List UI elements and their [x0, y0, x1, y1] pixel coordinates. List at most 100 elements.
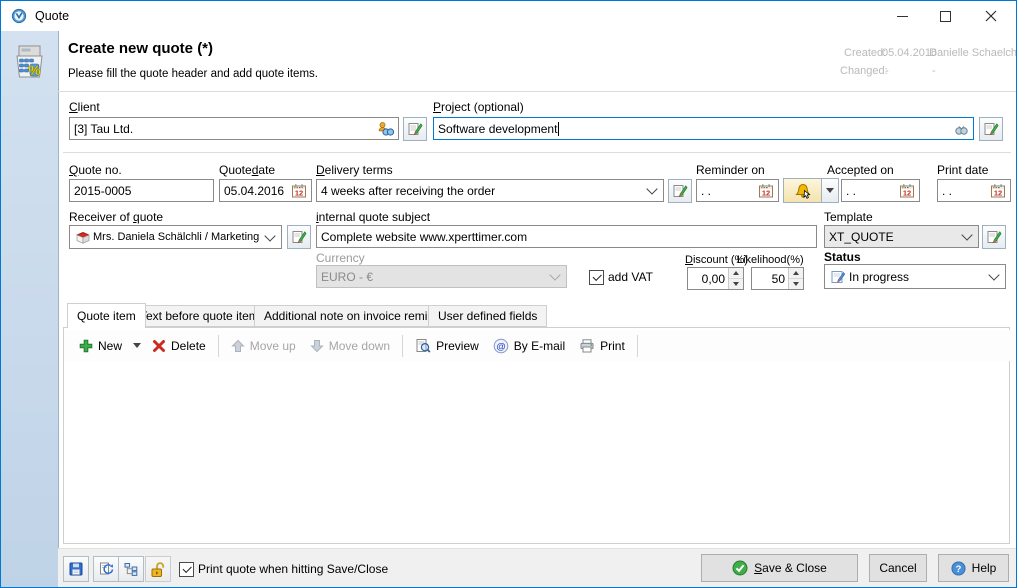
accepted-on-label: Accepted on — [827, 163, 894, 177]
move-down-button[interactable]: Move down — [303, 335, 397, 357]
preview-button[interactable]: Preview — [408, 334, 486, 358]
green-plus-icon — [79, 339, 93, 353]
project-label: Project (optional) — [433, 100, 524, 114]
svg-text:12: 12 — [993, 188, 1001, 197]
project-field[interactable]: Software development — [433, 117, 974, 140]
project-edit-button[interactable] — [979, 117, 1003, 141]
discount-spinner[interactable]: 0,00 — [687, 267, 744, 290]
close-button[interactable] — [966, 1, 1016, 31]
blue-question-icon: ? — [951, 561, 966, 576]
maximize-button[interactable] — [924, 1, 966, 31]
edit-icon — [407, 121, 423, 137]
tab-quote-item[interactable]: Quote item — [67, 303, 146, 328]
cancel-button[interactable]: Cancel — [869, 554, 927, 582]
chevron-down-icon[interactable] — [646, 183, 657, 194]
currency-label: Currency — [316, 251, 365, 265]
currency-combo: EURO - € — [316, 265, 567, 288]
copy-quote-button[interactable] — [93, 556, 119, 582]
help-button[interactable]: ? Help — [938, 554, 1009, 582]
changed-by: - — [932, 65, 936, 77]
print-date-label: Print date — [937, 163, 988, 177]
changed-date: - — [885, 65, 889, 77]
reminder-on-field[interactable]: . . 12 — [696, 179, 779, 202]
edit-icon — [986, 229, 1002, 245]
delivery-terms-combo[interactable]: 4 weeks after receiving the order — [316, 179, 664, 202]
print-date-field[interactable]: . . 12 — [937, 179, 1011, 202]
delivery-terms-edit-button[interactable] — [668, 179, 692, 203]
toolbar-separator — [218, 335, 219, 357]
printer-icon — [579, 338, 595, 354]
template-combo[interactable]: XT_QUOTE — [824, 225, 979, 248]
likelihood-spinner[interactable]: 50 — [751, 267, 804, 290]
print-button[interactable]: Print — [572, 334, 632, 358]
save-button[interactable] — [63, 556, 89, 582]
spin-up-icon — [733, 271, 739, 275]
bell-cursor-icon[interactable] — [783, 178, 822, 203]
chevron-down-icon[interactable] — [988, 269, 999, 280]
at-sign-icon: @ — [493, 338, 509, 354]
chevron-down-icon — [826, 188, 834, 193]
tab-user-defined-fields[interactable]: User defined fields — [428, 305, 547, 327]
calendar-icon[interactable]: 12 — [989, 183, 1006, 199]
new-item-dropdown[interactable] — [129, 339, 145, 352]
reminder-on-label: Reminder on — [696, 163, 765, 177]
delivery-terms-label: Delivery terms — [316, 163, 393, 177]
reminder-bell-split-button[interactable] — [783, 178, 839, 203]
status-label: Status — [824, 250, 861, 264]
by-email-button[interactable]: @ By E-mail — [486, 334, 572, 358]
tree-view-button[interactable] — [118, 556, 144, 582]
magnifier-page-icon — [415, 338, 431, 354]
section-divider — [63, 152, 1011, 153]
changed-label: Changed: — [840, 65, 888, 77]
created-by: Danielle Schaelchli — [929, 47, 1017, 59]
quote-date-label: Quotedate — [219, 163, 275, 177]
new-item-button[interactable]: New — [72, 335, 129, 357]
reminder-dropdown-button[interactable] — [822, 178, 839, 203]
calendar-icon[interactable]: 12 — [757, 183, 774, 199]
sidebar: % — [1, 31, 59, 587]
chevron-down-icon[interactable] — [264, 230, 275, 241]
svg-text:@: @ — [496, 341, 505, 352]
receiver-combo[interactable]: Mrs. Daniela Schälchli / Marketing ( — [69, 225, 282, 249]
tree-view-icon — [123, 561, 139, 577]
created-label: Created: — [844, 47, 886, 59]
edit-icon — [672, 183, 688, 199]
delete-item-button[interactable]: Delete — [145, 335, 213, 357]
chevron-down-icon[interactable] — [961, 229, 972, 240]
add-vat-checkbox[interactable] — [589, 270, 604, 285]
receiver-edit-button[interactable] — [287, 225, 311, 249]
print-on-save-checkbox[interactable] — [179, 562, 194, 577]
spin-buttons[interactable] — [728, 268, 743, 289]
calendar-icon[interactable]: 12 — [898, 183, 915, 199]
arrow-up-icon — [231, 339, 245, 353]
project-lookup-icon[interactable] — [952, 121, 969, 137]
svg-text:12: 12 — [294, 188, 302, 197]
move-up-button[interactable]: Move up — [224, 335, 303, 357]
spin-buttons[interactable] — [788, 268, 803, 289]
client-lookup-icon[interactable] — [377, 121, 394, 137]
minimize-button[interactable] — [881, 1, 923, 31]
pencil-page-icon — [829, 269, 846, 285]
template-edit-button[interactable] — [982, 225, 1006, 249]
save-and-close-button[interactable]: Save & Close — [701, 554, 858, 582]
window-title: Quote — [35, 9, 69, 23]
client-field[interactable]: [3] Tau Ltd. — [69, 117, 399, 140]
subject-label: internal quote subject — [316, 210, 430, 224]
quote-no-label: Quote no. — [69, 163, 122, 177]
quote-date-field[interactable]: 05.04.2016 12 — [219, 179, 312, 202]
subject-field[interactable]: Complete website www.xperttimer.com — [316, 225, 817, 248]
header-divider — [58, 91, 1016, 92]
client-label: Client — [69, 100, 100, 114]
svg-text:12: 12 — [902, 188, 910, 197]
quote-no-field[interactable]: 2015-0005 — [69, 179, 214, 202]
green-check-icon — [732, 560, 748, 576]
red-x-icon — [152, 339, 166, 353]
svg-text:12: 12 — [761, 188, 769, 197]
chevron-down-icon — [133, 343, 141, 348]
accepted-on-field[interactable]: . . 12 — [841, 179, 920, 202]
client-edit-button[interactable] — [403, 117, 427, 141]
lock-button[interactable] — [145, 556, 171, 582]
calendar-icon[interactable]: 12 — [290, 183, 307, 199]
status-combo[interactable]: In progress — [824, 264, 1006, 289]
title-bar[interactable]: Quote — [1, 1, 1016, 31]
